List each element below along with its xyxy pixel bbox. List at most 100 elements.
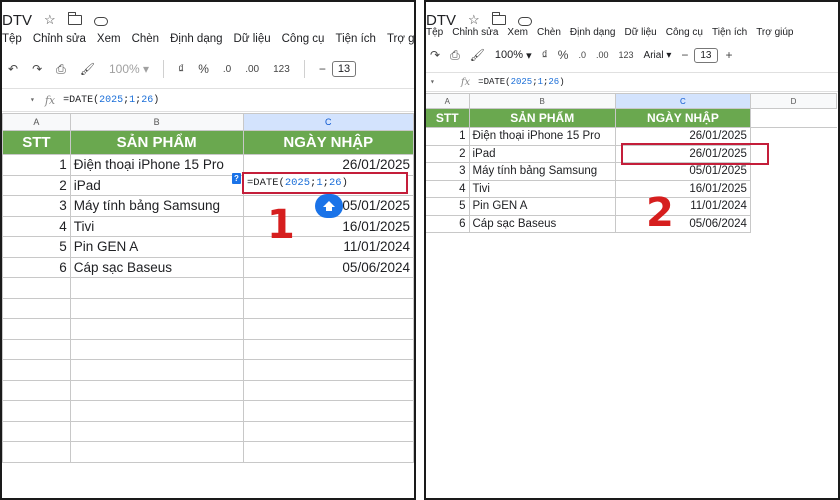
empty-cell[interactable] <box>750 180 836 198</box>
cell-product[interactable]: Điện thoại iPhone 15 Pro <box>468 127 616 146</box>
cell-stt[interactable]: 1 <box>426 127 470 146</box>
empty-cell[interactable] <box>2 338 71 360</box>
menu-extensions[interactable]: Tiện ích <box>335 33 375 45</box>
cell-stt[interactable]: 4 <box>2 215 71 237</box>
menu-edit[interactable]: Chỉnh sửa <box>452 27 498 38</box>
empty-cell[interactable] <box>2 359 71 381</box>
empty-cell[interactable] <box>750 215 836 233</box>
menu-edit[interactable]: Chỉnh sửa <box>33 33 86 45</box>
empty-cell[interactable] <box>69 441 244 463</box>
font-size-input[interactable]: 13 <box>331 61 357 77</box>
empty-cell[interactable] <box>2 420 71 442</box>
column-header-b[interactable]: B <box>69 113 244 131</box>
cell-product[interactable]: iPad <box>468 144 616 163</box>
cell-formula-editor[interactable]: =DATE(2025;1;26) <box>242 172 408 194</box>
cell-product[interactable]: Tivi <box>69 215 244 237</box>
menu-extensions[interactable]: Tiện ích <box>712 27 747 38</box>
redo-icon[interactable]: ↷ <box>430 48 440 62</box>
cell-stt[interactable]: 3 <box>426 162 470 181</box>
undo-icon[interactable]: ↶ <box>8 62 18 76</box>
cell-stt[interactable]: 1 <box>2 154 71 176</box>
empty-cell[interactable] <box>749 108 837 128</box>
empty-cell[interactable] <box>242 277 414 299</box>
font-size-decrease-icon[interactable]: − <box>681 48 688 62</box>
font-select[interactable]: Arial ▾ <box>644 50 672 61</box>
zoom-select[interactable]: 100% ▾ <box>109 62 149 76</box>
header-stt[interactable]: STT <box>2 130 71 155</box>
column-header-b[interactable]: B <box>468 93 616 109</box>
cell-product[interactable]: Cáp sạc Baseus <box>468 214 616 233</box>
cell-date[interactable]: 05/06/2024 <box>614 214 751 233</box>
cell-product[interactable]: Pin GEN A <box>468 197 616 216</box>
empty-cell[interactable] <box>2 379 71 401</box>
empty-cell[interactable] <box>69 318 244 340</box>
decrease-decimal-button[interactable]: .0 <box>223 64 231 75</box>
empty-cell[interactable] <box>242 441 414 463</box>
increase-decimal-button[interactable]: .00 <box>245 64 259 75</box>
currency-format-button[interactable]: ₫ <box>542 48 548 62</box>
menu-file[interactable]: Tệp <box>426 27 443 38</box>
menu-tools[interactable]: Công cụ <box>666 27 703 38</box>
column-header-d[interactable]: D <box>749 93 838 109</box>
cell-stt[interactable]: 6 <box>2 256 71 278</box>
empty-cell[interactable] <box>69 379 244 401</box>
cell-date[interactable]: 05/06/2024 <box>242 256 414 278</box>
empty-cell[interactable] <box>2 297 71 319</box>
cell-product[interactable]: Máy tính bảng Samsung <box>468 162 616 181</box>
cell-date[interactable]: 05/01/2025 <box>614 162 751 181</box>
empty-cell[interactable] <box>69 400 244 422</box>
number-format-button[interactable]: 123 <box>273 64 290 75</box>
print-icon[interactable]: ⎙ <box>450 48 460 63</box>
empty-cell[interactable] <box>2 441 71 463</box>
empty-cell[interactable] <box>69 420 244 442</box>
cell-date[interactable]: 16/01/2025 <box>614 179 751 198</box>
paint-format-icon[interactable]: 🖌︎ <box>470 48 485 62</box>
font-size-input[interactable]: 13 <box>694 47 718 63</box>
cell-stt[interactable]: 5 <box>426 197 470 216</box>
menu-tools[interactable]: Công cụ <box>282 33 325 45</box>
cell-product[interactable]: Điện thoại iPhone 15 Pro <box>69 154 244 176</box>
empty-cell[interactable] <box>2 318 71 340</box>
cell-product[interactable]: iPad <box>69 174 244 196</box>
menu-data[interactable]: Dữ liệu <box>234 33 271 45</box>
font-size-increase-button[interactable]: + <box>726 48 733 62</box>
cell-product[interactable]: Pin GEN A <box>69 236 244 258</box>
cloud-status-icon[interactable] <box>93 16 108 26</box>
cell-stt[interactable]: 4 <box>426 179 470 198</box>
menu-insert[interactable]: Chèn <box>132 33 160 45</box>
number-format-button[interactable]: 123 <box>619 50 634 60</box>
formula-input[interactable]: =DATE(2025;1;26) <box>63 95 159 106</box>
column-header-a[interactable]: A <box>2 113 71 131</box>
percent-format-button[interactable]: % <box>558 48 569 62</box>
cell-stt[interactable]: 3 <box>2 195 71 217</box>
empty-cell[interactable] <box>69 297 244 319</box>
empty-cell[interactable] <box>242 379 414 401</box>
header-stt[interactable]: STT <box>426 108 470 128</box>
star-icon[interactable]: ☆ <box>44 12 56 28</box>
menu-data[interactable]: Dữ liệu <box>624 27 656 38</box>
menu-insert[interactable]: Chèn <box>537 27 561 38</box>
column-header-c[interactable]: C <box>614 93 751 109</box>
percent-format-button[interactable]: % <box>198 62 209 76</box>
menu-view[interactable]: Xem <box>97 33 121 45</box>
empty-cell[interactable] <box>242 338 414 360</box>
cell-stt[interactable]: 2 <box>426 144 470 163</box>
empty-cell[interactable] <box>750 198 836 216</box>
cell-product[interactable]: Máy tính bảng Samsung <box>69 195 244 217</box>
decrease-decimal-button[interactable]: .0 <box>578 50 586 60</box>
font-size-decrease-icon[interactable]: − <box>319 62 326 76</box>
cell-product[interactable]: Cáp sạc Baseus <box>69 256 244 278</box>
menu-view[interactable]: Xem <box>507 27 528 38</box>
redo-icon[interactable]: ↷ <box>32 62 42 76</box>
name-box-dropdown-icon[interactable]: ▾ <box>430 77 435 87</box>
currency-format-button[interactable]: ₫ <box>178 62 184 76</box>
formula-help-icon[interactable]: ? <box>232 173 241 184</box>
header-date[interactable]: NGÀY NHẬP <box>242 130 414 155</box>
paint-format-icon[interactable]: 🖌︎ <box>80 62 95 76</box>
empty-cell[interactable] <box>750 163 836 181</box>
name-box-dropdown-icon[interactable]: ▾ <box>30 95 35 105</box>
empty-cell[interactable] <box>2 277 71 299</box>
menu-format[interactable]: Định dạng <box>170 33 222 45</box>
header-date[interactable]: NGÀY NHẬP <box>614 108 751 128</box>
empty-cell[interactable] <box>2 400 71 422</box>
